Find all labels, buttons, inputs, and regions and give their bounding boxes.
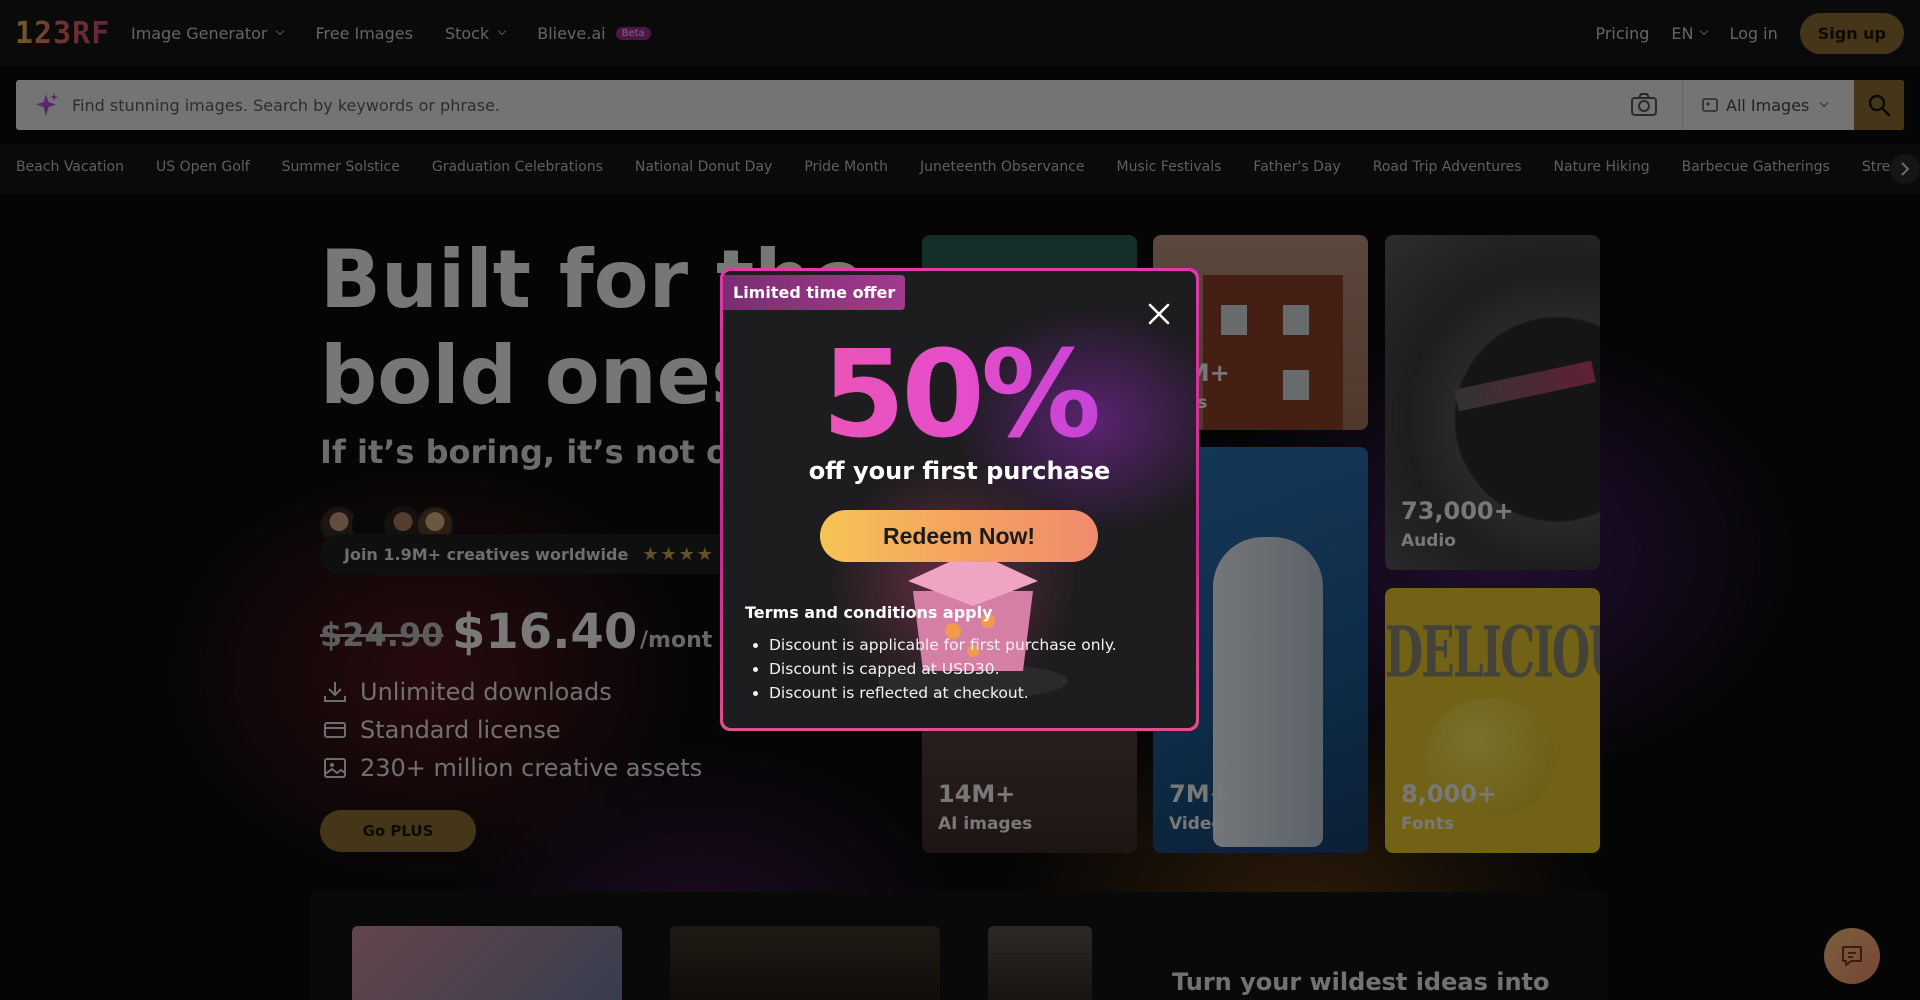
limited-offer-tag: Limited time offer — [723, 275, 906, 310]
discount-headline: 50% — [723, 331, 1196, 461]
terms-title: Terms and conditions apply — [745, 603, 993, 622]
terms-item: Discount is applicable for first purchas… — [769, 633, 1117, 657]
close-icon[interactable] — [1144, 299, 1174, 329]
promo-modal-body: Limited time offer 50% off your first pu… — [723, 271, 1196, 728]
discount-subline: off your first purchase — [808, 457, 1111, 485]
redeem-now-button[interactable]: Redeem Now! — [820, 510, 1098, 562]
promo-modal: Limited time offer 50% off your first pu… — [720, 268, 1199, 731]
terms-list: Discount is applicable for first purchas… — [769, 633, 1117, 705]
terms-item: Discount is capped at USD30. — [769, 657, 1117, 681]
terms-item: Discount is reflected at checkout. — [769, 681, 1117, 705]
